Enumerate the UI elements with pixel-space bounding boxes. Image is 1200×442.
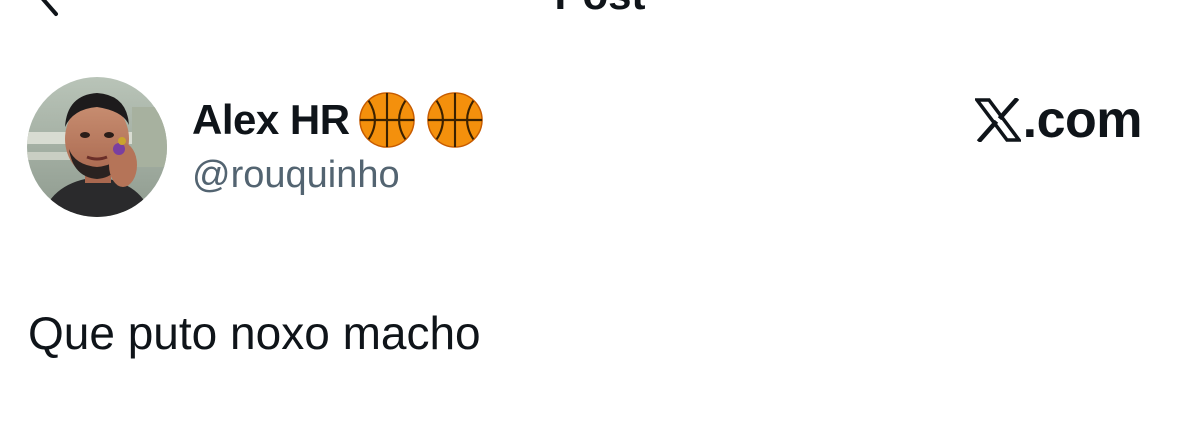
page-title: Post	[0, 0, 1200, 16]
display-name[interactable]: Alex HR	[192, 96, 350, 144]
name-row: Alex HR	[192, 92, 484, 148]
avatar[interactable]	[27, 77, 167, 217]
brand-label: .com	[1022, 91, 1143, 149]
post-text: Que puto noxo macho	[28, 307, 481, 359]
x-logo-icon	[974, 98, 1021, 142]
basketball-icon	[358, 92, 415, 148]
profile-photo	[27, 77, 167, 217]
top-bar: Post	[0, 0, 1200, 20]
user-handle[interactable]: @rouquinho	[192, 154, 484, 197]
brand-logo[interactable]: .com	[974, 90, 1143, 150]
author-block: Alex HR @rouquinho	[192, 92, 484, 197]
basketball-icon	[426, 92, 483, 148]
